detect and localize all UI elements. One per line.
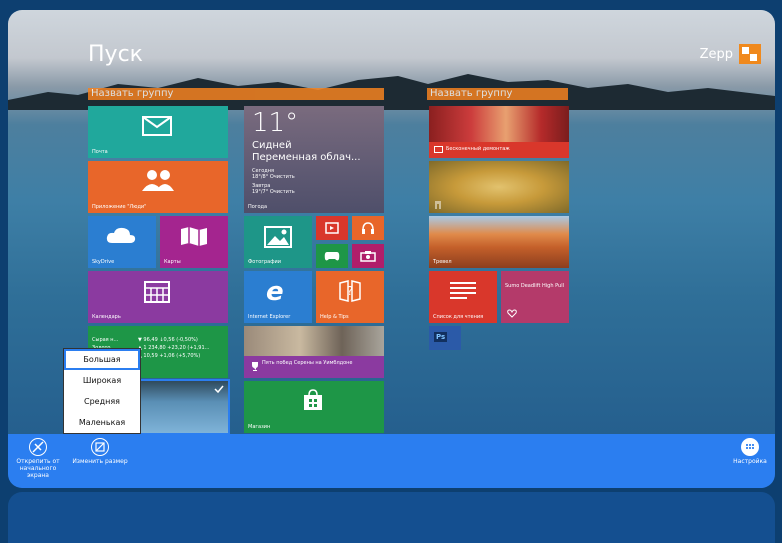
tile-reading-list[interactable]: Список для чтения — [429, 271, 497, 323]
fork-icon — [435, 201, 441, 209]
resize-label: Изменить размер — [72, 458, 128, 465]
tile-skydrive[interactable]: SkyDrive — [88, 216, 156, 268]
unpin-button[interactable]: Открепить от начального экрана — [8, 438, 68, 479]
tile-music[interactable] — [352, 216, 384, 240]
tile-video[interactable] — [316, 216, 348, 240]
weather-today-value: 18°/8° Очистить — [252, 174, 295, 180]
tile-label: Карты — [164, 259, 181, 265]
checkmark-icon — [214, 385, 224, 394]
finance-row-1: ▼ 96,49 ↓0,56 (-0,50%) — [138, 337, 198, 343]
help-icon: ? — [339, 280, 361, 302]
news-headline: Пять побед Серены на Уимблдоне — [262, 360, 353, 366]
tile-label: Тревел — [433, 259, 452, 265]
store-bag-icon — [304, 389, 322, 410]
tile-health[interactable]: Sumo Deadlift High Pull — [501, 271, 569, 323]
reading-list-icon — [450, 282, 476, 299]
news-photo — [244, 326, 384, 356]
photo-icon — [264, 226, 292, 248]
map-icon — [181, 227, 207, 246]
tile-internet-explorer[interactable]: e Internet Explorer — [244, 271, 312, 323]
health-title: Sumo Deadlift High Pull — [505, 283, 564, 289]
tile-maps[interactable]: Карты — [160, 216, 228, 268]
tile-weather[interactable]: 11° Сидней Переменная облач... Сегодня 1… — [244, 106, 384, 213]
resize-menu: Большая Широкая Средняя Маленькая — [63, 348, 141, 434]
heart-icon — [507, 309, 517, 318]
tile-games[interactable] — [316, 244, 348, 268]
camera-icon — [360, 251, 376, 262]
tile-people[interactable]: Приложение "Люди" — [88, 161, 228, 213]
headphones-icon — [362, 222, 374, 234]
tile-store[interactable]: Магазин — [244, 381, 384, 433]
tile-food[interactable] — [429, 161, 569, 213]
screen-reflection — [8, 492, 775, 543]
resize-icon — [91, 438, 109, 456]
avatar — [739, 44, 761, 64]
tile-label: Бесконечный демонтаж — [446, 146, 510, 152]
photoshop-icon: Ps — [434, 332, 448, 342]
tile-camera[interactable] — [352, 244, 384, 268]
unpin-icon — [29, 438, 47, 456]
gamepad-icon — [324, 252, 340, 261]
tile-photos[interactable]: Фотографии — [244, 216, 312, 268]
tile-demo[interactable]: Бесконечный демонтаж — [429, 106, 569, 158]
app-bar: Открепить от начального экрана Изменить … — [8, 434, 775, 488]
tile-mail[interactable]: Почта — [88, 106, 228, 158]
calendar-icon — [144, 281, 170, 303]
internet-explorer-icon: e — [266, 277, 284, 307]
tile-label: Почта — [92, 149, 108, 155]
user-name: Zepp — [699, 46, 733, 62]
tile-news[interactable]: Пять побед Серены на Уимблдоне — [244, 326, 384, 378]
tile-label: Календарь — [92, 314, 121, 320]
user-account[interactable]: Zepp — [700, 44, 761, 64]
trophy-icon — [252, 362, 258, 371]
cloud-icon — [106, 227, 136, 243]
weather-temp: 11° — [252, 108, 299, 138]
menu-item-small[interactable]: Маленькая — [64, 412, 140, 433]
finance-row-3: ▲ 10,59 +1,06 (+5,70%) — [138, 353, 201, 359]
group-header-1[interactable]: Назвать группу — [88, 88, 384, 100]
tile-help-tips[interactable]: ? Help & Tips — [316, 271, 384, 323]
menu-item-large[interactable]: Большая — [64, 349, 140, 370]
tile-calendar[interactable]: Календарь — [88, 271, 228, 323]
resize-button[interactable]: Изменить размер — [71, 438, 129, 465]
tile-label: Help & Tips — [320, 314, 349, 320]
customize-icon — [741, 438, 759, 456]
mail-icon — [142, 116, 172, 136]
customize-button[interactable]: Настройка — [725, 438, 775, 465]
menu-item-medium[interactable]: Средняя — [64, 391, 140, 412]
finance-row-2: ▲ 1 234,80 +23,20 (+1,91... — [138, 345, 210, 351]
tile-label: Погода — [248, 204, 268, 210]
video-icon — [325, 222, 339, 234]
page-title: Пуск — [88, 42, 143, 67]
svg-text:?: ? — [347, 284, 353, 298]
weather-tomorrow-value: 19°/7° Очистить — [252, 189, 295, 195]
tile-label: Магазин — [248, 424, 271, 430]
tile-photoshop[interactable]: Ps — [429, 326, 461, 350]
video-icon — [434, 146, 443, 153]
people-icon — [142, 170, 174, 191]
menu-item-wide[interactable]: Широкая — [64, 370, 140, 391]
tile-label: Приложение "Люди" — [92, 204, 147, 210]
finance-name-1: Сырая н... — [92, 337, 119, 343]
tile-travel[interactable]: Тревел — [429, 216, 569, 268]
unpin-label: Открепить от начального экрана — [16, 458, 60, 479]
tile-label: Internet Explorer — [248, 314, 291, 320]
customize-label: Настройка — [733, 458, 767, 465]
weather-condition: Переменная облач... — [252, 152, 361, 163]
tile-label: Список для чтения — [433, 314, 484, 320]
group-header-2[interactable]: Назвать группу — [427, 88, 568, 100]
demo-photo — [429, 106, 569, 142]
tile-label: SkyDrive — [92, 259, 115, 265]
weather-city: Сидней — [252, 140, 292, 151]
tile-label: Фотографии — [248, 259, 281, 265]
